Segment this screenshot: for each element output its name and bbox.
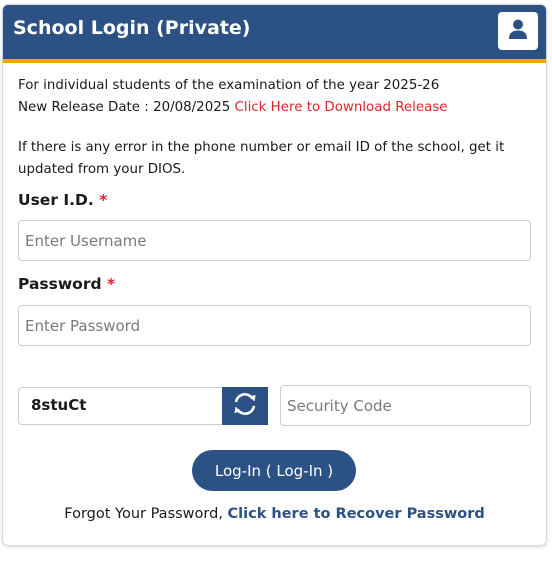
login-button[interactable]: Log-In ( Log-In ): [192, 450, 356, 491]
dios-error-note: If there is any error in the phone numbe…: [18, 140, 505, 177]
required-mark: *: [99, 191, 108, 209]
required-mark: *: [106, 275, 116, 293]
user-id-label: User I.D. *: [18, 191, 107, 209]
exam-year-note: For individual students of the examinati…: [18, 78, 440, 93]
captcha-text: 8stuCt: [18, 387, 222, 425]
security-code-input[interactable]: [280, 385, 531, 426]
refresh-icon: [231, 390, 259, 422]
release-date-line: New Release Date : 20/08/2025 Click Here…: [18, 100, 448, 115]
page-title: School Login (Private): [13, 17, 251, 39]
release-date-text: New Release Date : 20/08/2025: [18, 100, 231, 115]
login-card: School Login (Private) For individual st…: [2, 4, 547, 546]
forgot-password-text: Forgot Your Password,: [64, 506, 223, 522]
recover-password-link[interactable]: Click here to Recover Password: [228, 506, 485, 522]
username-input[interactable]: [18, 220, 531, 261]
user-icon: [507, 18, 529, 44]
card-header: School Login (Private): [3, 5, 546, 63]
password-input[interactable]: [18, 305, 531, 346]
user-id-label-text: User I.D.: [18, 191, 94, 209]
refresh-captcha-button[interactable]: [222, 387, 268, 425]
password-label-text: Password: [18, 275, 102, 293]
forgot-password-line: Forgot Your Password, Click here to Reco…: [3, 506, 546, 522]
download-release-link[interactable]: Click Here to Download Release: [235, 100, 448, 115]
user-button[interactable]: [498, 12, 538, 50]
password-label: Password *: [18, 275, 115, 293]
